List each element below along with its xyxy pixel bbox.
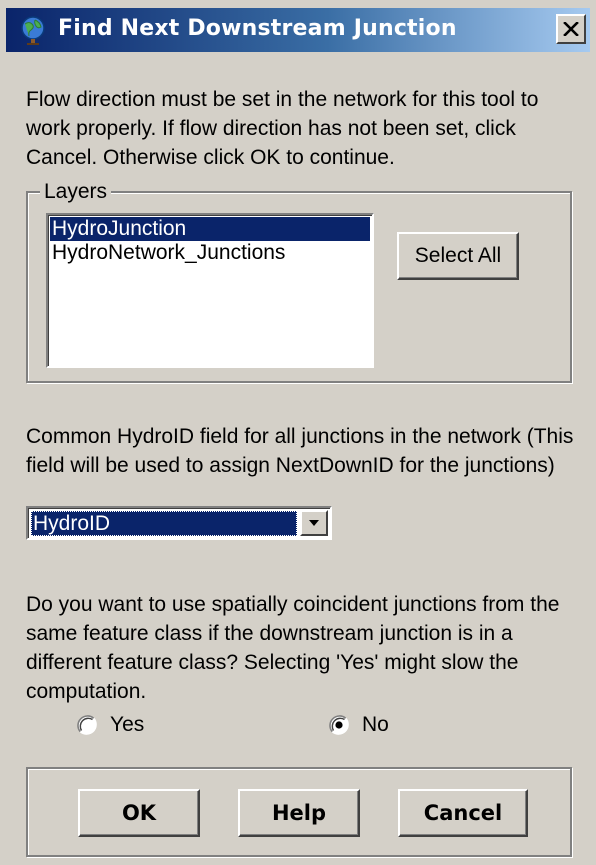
find-next-downstream-junction-dialog: Find Next Downstream Junction Flow direc…	[0, 0, 596, 865]
radio-checked-icon[interactable]	[328, 714, 350, 736]
radio-yes-label: Yes	[110, 713, 145, 736]
cancel-button[interactable]: Cancel	[398, 789, 528, 837]
layers-group: Layers HydroJunction HydroNetwork_Juncti…	[26, 178, 572, 383]
radio-yes[interactable]: Yes	[76, 711, 144, 739]
window-title: Find Next Downstream Junction	[58, 16, 457, 41]
layers-listbox[interactable]: HydroJunction HydroNetwork_Junctions	[46, 213, 374, 368]
hydroid-field-description: Common HydroID field for all junctions i…	[26, 425, 574, 477]
combo-selected-value[interactable]: HydroID	[31, 511, 297, 536]
action-button-frame: OK Help Cancel	[26, 767, 572, 857]
close-icon	[563, 22, 579, 36]
close-button[interactable]	[556, 14, 586, 44]
layer-item-hydrojunction[interactable]: HydroJunction	[50, 217, 370, 241]
intro-instructions: Flow direction must be set in the networ…	[26, 88, 539, 169]
coincident-junctions-question: Do you want to use spatially coincident …	[26, 593, 560, 703]
layer-item-hydronetwork-junctions[interactable]: HydroNetwork_Junctions	[50, 241, 370, 265]
help-button[interactable]: Help	[238, 789, 360, 837]
combo-dropdown-button[interactable]	[300, 510, 328, 536]
chevron-down-icon	[308, 514, 320, 532]
radio-unchecked-icon[interactable]	[76, 714, 98, 736]
hydroid-field-combo[interactable]: HydroID	[26, 506, 332, 540]
radio-no-label: No	[362, 713, 389, 736]
select-all-button[interactable]: Select All	[397, 232, 519, 280]
title-bar[interactable]: Find Next Downstream Junction	[6, 8, 590, 52]
ok-button[interactable]: OK	[78, 789, 200, 837]
layers-group-legend: Layers	[40, 178, 112, 206]
radio-no[interactable]: No	[328, 711, 389, 739]
globe-app-icon	[18, 14, 50, 46]
